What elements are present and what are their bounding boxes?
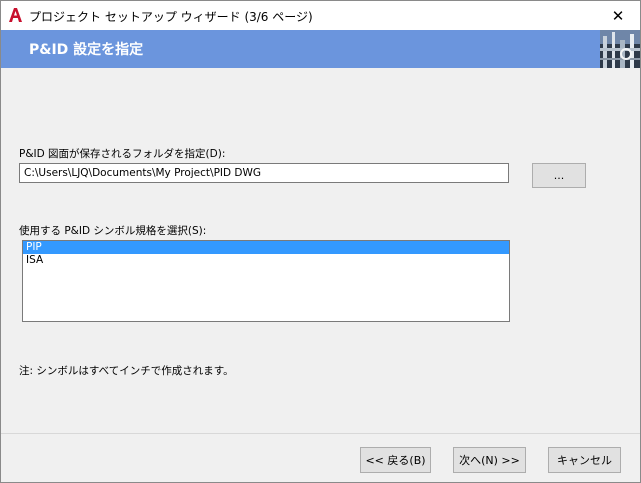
title-bar: プロジェクト セットアップ ウィザード (3/6 ページ) ✕ bbox=[1, 1, 640, 30]
back-button[interactable]: << 戻る(B) bbox=[360, 447, 431, 473]
footer-divider bbox=[1, 433, 640, 434]
autocad-logo-icon bbox=[7, 7, 23, 23]
symbol-standard-list[interactable]: PIP ISA bbox=[22, 240, 510, 322]
wizard-window: プロジェクト セットアップ ウィザード (3/6 ページ) ✕ P&ID 設定を… bbox=[0, 0, 641, 483]
window-title: プロジェクト セットアップ ウィザード (3/6 ページ) bbox=[29, 10, 313, 24]
close-icon: ✕ bbox=[611, 6, 625, 25]
cancel-button[interactable]: キャンセル bbox=[548, 447, 621, 473]
symbol-standard-label: 使用する P&ID シンボル規格を選択(S): bbox=[19, 225, 207, 237]
units-note: 注: シンボルはすべてインチで作成されます。 bbox=[19, 365, 234, 377]
page-title: P&ID 設定を指定 bbox=[29, 42, 144, 58]
list-item-pip[interactable]: PIP bbox=[23, 241, 509, 254]
back-button-label: << 戻る(B) bbox=[365, 454, 426, 467]
folder-path-input[interactable]: C:\Users\LJQ\Documents\My Project\PID DW… bbox=[19, 163, 509, 183]
plant-pipes-icon bbox=[600, 30, 640, 68]
next-button[interactable]: 次へ(N) >> bbox=[453, 447, 526, 473]
list-item-isa[interactable]: ISA bbox=[23, 254, 509, 267]
cancel-button-label: キャンセル bbox=[557, 454, 612, 467]
browse-button-label: ... bbox=[553, 169, 565, 182]
browse-button[interactable]: ... bbox=[532, 163, 586, 188]
next-button-label: 次へ(N) >> bbox=[459, 454, 520, 467]
close-button[interactable]: ✕ bbox=[596, 1, 640, 30]
folder-label: P&ID 図面が保存されるフォルダを指定(D): bbox=[19, 148, 226, 160]
header-banner: P&ID 設定を指定 bbox=[1, 30, 640, 68]
